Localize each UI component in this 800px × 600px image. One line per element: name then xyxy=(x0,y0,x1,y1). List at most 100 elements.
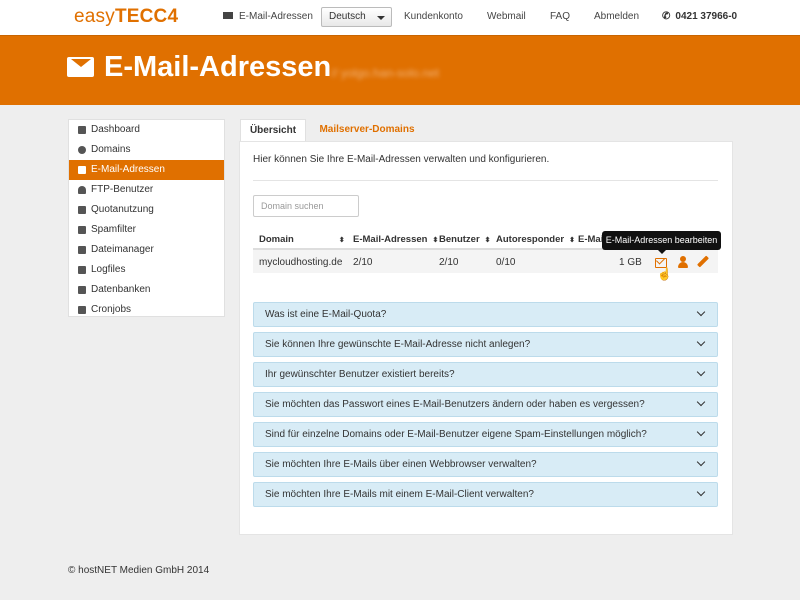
filter-icon xyxy=(78,226,86,234)
envelope-icon xyxy=(223,11,233,19)
faq-question: Sind für einzelne Domains oder E-Mail-Be… xyxy=(265,429,647,440)
faq-item[interactable]: Sie möchten Ihre E-Mails mit einem E-Mai… xyxy=(253,482,718,507)
phone-number: 0421 37966-0 xyxy=(675,11,738,22)
sidebar-item-label: FTP-Benutzer xyxy=(91,184,154,195)
sidebar-item-logfiles[interactable]: Logfiles xyxy=(69,260,224,280)
column-label: Benutzer xyxy=(439,234,480,245)
column-header-email-adressen[interactable]: E-Mail-Adressen ⬍ xyxy=(353,234,438,245)
caret-down-icon xyxy=(377,16,385,20)
faq-item[interactable]: Was ist eine E-Mail-Quota? xyxy=(253,302,718,327)
rocket-icon xyxy=(78,306,86,314)
sidebar-item-dashboard[interactable]: Dashboard xyxy=(69,120,224,140)
chevron-down-icon xyxy=(696,307,706,317)
chevron-down-icon xyxy=(696,427,706,437)
cell-email-count: 2/10 xyxy=(353,257,373,268)
sort-icon: ⬍ xyxy=(338,237,345,244)
faq-question: Sie möchten Ihre E-Mails mit einem E-Mai… xyxy=(265,489,534,500)
dashboard-icon xyxy=(78,126,86,134)
intro-text: Hier können Sie Ihre E-Mail-Adressen ver… xyxy=(253,154,550,165)
sidebar-item-quotanutzung[interactable]: Quotanutzung xyxy=(69,200,224,220)
logo-tecc: TECC4 xyxy=(114,6,179,27)
sidebar-item-dateimanager[interactable]: Dateimanager xyxy=(69,240,224,260)
drive-icon xyxy=(78,206,86,214)
sidebar-item-ftp-benutzer[interactable]: FTP-Benutzer xyxy=(69,180,224,200)
user-icon-body xyxy=(678,262,688,268)
tab-uebersicht[interactable]: Übersicht xyxy=(240,119,306,141)
footer-copyright: © hostNET Medien GmbH 2014 xyxy=(68,565,210,576)
page-subtitle: // yolgo.han-solo.net xyxy=(331,66,440,80)
cell-autoresponder-count: 0/10 xyxy=(496,257,516,268)
domain-search-input[interactable]: Domain suchen xyxy=(253,195,359,217)
sidebar-item-datenbanken[interactable]: Datenbanken xyxy=(69,280,224,300)
sidebar: Dashboard Domains E-Mail-Adressen FTP-Be… xyxy=(68,119,225,317)
logo[interactable]: easyTECC4 xyxy=(74,6,178,28)
faq-question: Sie möchten Ihre E-Mails über einen Webb… xyxy=(265,459,537,470)
column-header-email-quota[interactable]: E-Mai xyxy=(578,234,603,245)
faq-item[interactable]: Sie möchten Ihre E-Mails über einen Webb… xyxy=(253,452,718,477)
sidebar-item-label: Spamfilter xyxy=(91,224,137,235)
sort-icon: ⬍ xyxy=(569,237,575,244)
sidebar-item-label: Cronjobs xyxy=(91,304,132,315)
cell-user-count: 2/10 xyxy=(439,257,459,268)
column-label: Autoresponder xyxy=(496,234,565,245)
column-header-domain[interactable]: Domain ⬍ xyxy=(259,234,345,245)
chevron-down-icon xyxy=(696,397,706,407)
chevron-down-icon xyxy=(696,337,706,347)
nav-email-adressen[interactable]: E-Mail-Adressen xyxy=(223,11,313,22)
page-banner: E-Mail-Adressen // yolgo.han-solo.net xyxy=(0,35,800,105)
divider xyxy=(253,180,718,181)
sidebar-item-label: Logfiles xyxy=(91,264,126,275)
sort-icon: ⬍ xyxy=(432,237,439,244)
faq-item[interactable]: Sie möchten das Passwort eines E-Mail-Be… xyxy=(253,392,718,417)
language-select[interactable]: Deutsch xyxy=(321,7,392,27)
column-label: E-Mai xyxy=(578,234,604,245)
faq-question: Sie möchten das Passwort eines E-Mail-Be… xyxy=(265,399,645,410)
envelope-icon xyxy=(78,166,86,174)
faq-item[interactable]: Sind für einzelne Domains oder E-Mail-Be… xyxy=(253,422,718,447)
sidebar-item-label: Datenbanken xyxy=(91,284,151,295)
list-icon xyxy=(78,266,86,274)
user-icon[interactable] xyxy=(677,256,689,268)
pencil-shape xyxy=(696,255,710,268)
tooltip: E-Mail-Adressen bearbeiten xyxy=(602,231,721,254)
language-value: Deutsch xyxy=(329,11,366,22)
column-header-benutzer[interactable]: Benutzer ⬍ xyxy=(439,234,491,245)
chevron-down-icon xyxy=(696,457,706,467)
cell-quota: 1 GB xyxy=(619,257,642,268)
column-header-autoresponder[interactable]: Autoresponder ⬍ xyxy=(496,234,575,245)
sidebar-item-email-adressen[interactable]: E-Mail-Adressen xyxy=(69,160,224,180)
sidebar-item-spamfilter[interactable]: Spamfilter xyxy=(69,220,224,240)
tab-mailserver-domains[interactable]: Mailserver-Domains xyxy=(312,119,422,141)
globe-icon xyxy=(78,146,86,154)
nav-abmelden[interactable]: Abmelden xyxy=(594,11,639,22)
faq-item[interactable]: Ihr gewünschter Benutzer existiert berei… xyxy=(253,362,718,387)
nav-faq[interactable]: FAQ xyxy=(550,11,570,22)
logo-easy: easy xyxy=(74,6,115,27)
column-label: E-Mail-Adressen xyxy=(353,234,428,245)
nav-webmail[interactable]: Webmail xyxy=(487,11,526,22)
database-icon xyxy=(78,286,86,294)
sidebar-item-domains[interactable]: Domains xyxy=(69,140,224,160)
page-title: E-Mail-Adressen xyxy=(104,51,332,83)
cell-domain: mycloudhosting.de xyxy=(259,257,343,268)
chevron-down-icon xyxy=(696,367,706,377)
sidebar-item-label: Dateimanager xyxy=(91,244,154,255)
sidebar-item-label: Quotanutzung xyxy=(91,204,154,215)
nav-email-label: E-Mail-Adressen xyxy=(239,11,313,22)
faq-question: Was ist eine E-Mail-Quota? xyxy=(265,309,387,320)
envelope-icon xyxy=(67,57,94,77)
chevron-down-icon xyxy=(696,487,706,497)
sort-icon: ⬍ xyxy=(484,237,491,244)
sidebar-item-label: E-Mail-Adressen xyxy=(91,164,165,175)
hand-cursor-icon: ☝ xyxy=(657,267,672,281)
top-navigation: easyTECC4 E-Mail-Adressen Deutsch Kunden… xyxy=(0,0,800,35)
faq-question: Ihr gewünschter Benutzer existiert berei… xyxy=(265,369,455,380)
sidebar-item-cronjobs[interactable]: Cronjobs xyxy=(69,300,224,320)
phone-icon: ✆ xyxy=(662,11,671,22)
nav-phone: ✆ 0421 37966-0 xyxy=(662,11,737,22)
user-icon xyxy=(78,186,86,194)
sidebar-item-label: Dashboard xyxy=(91,124,140,135)
pencil-icon[interactable] xyxy=(696,255,710,268)
nav-kundenkonto[interactable]: Kundenkonto xyxy=(404,11,463,22)
faq-item[interactable]: Sie können Ihre gewünschte E-Mail-Adress… xyxy=(253,332,718,357)
